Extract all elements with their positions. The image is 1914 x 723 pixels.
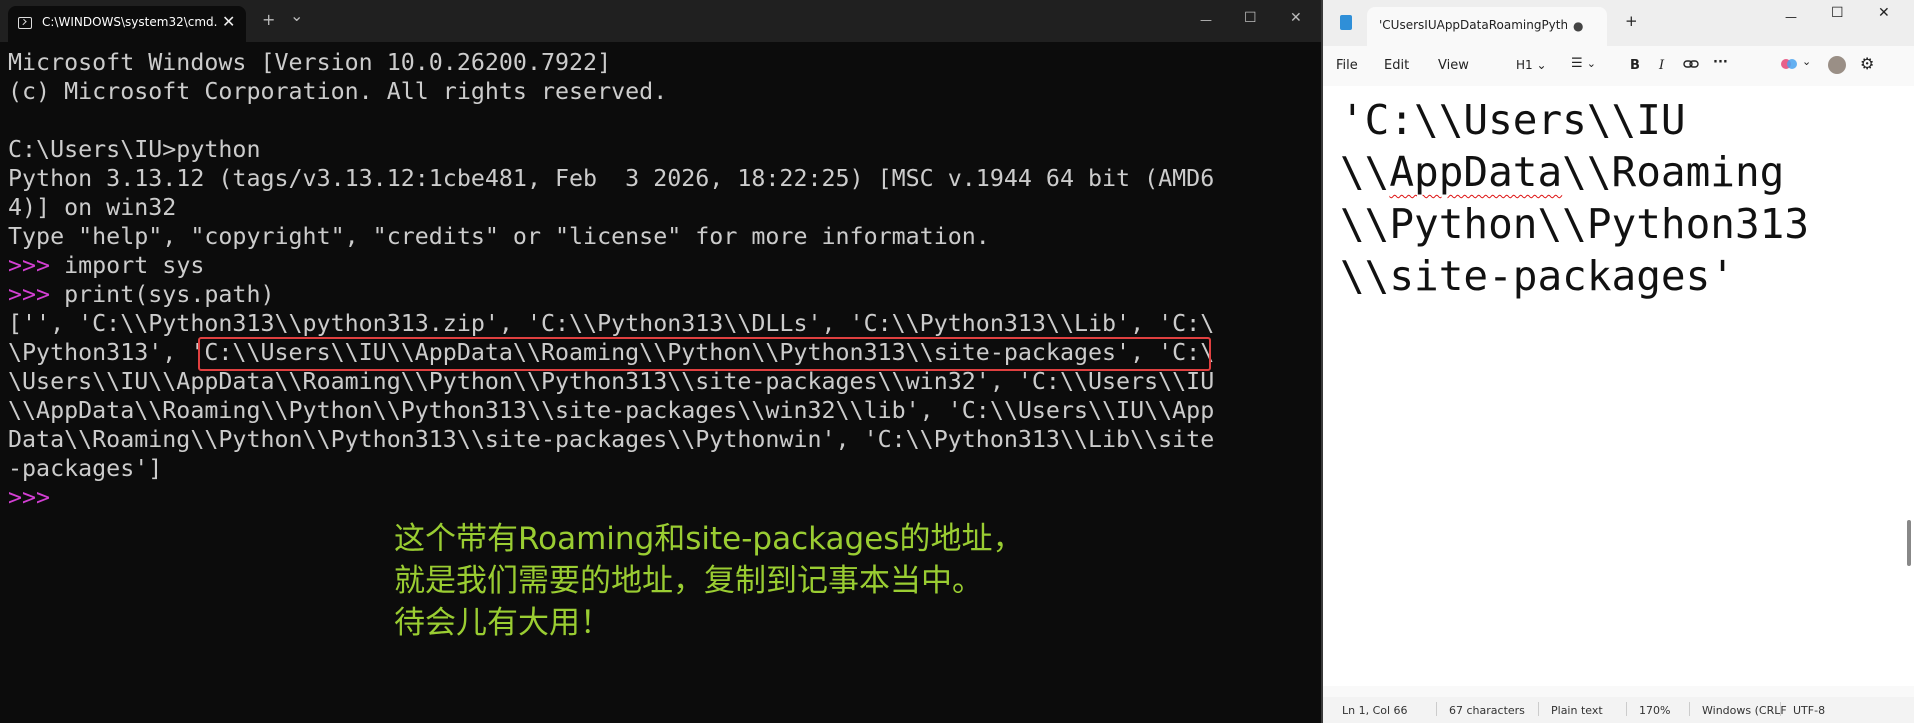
python-prompt: >>> xyxy=(8,252,65,279)
notepad-titlebar: 'CUsersIUAppDataRoamingPythonI ● + — ☐ ✕ xyxy=(1323,0,1914,46)
heading-label: H1 xyxy=(1516,58,1533,72)
status-divider xyxy=(1626,702,1627,716)
terminal-line: Type "help", "copyright", "credits" or "… xyxy=(8,223,990,250)
chevron-down-icon: ⌄ xyxy=(1586,57,1597,70)
copilot-icon[interactable] xyxy=(1780,55,1798,77)
terminal-output[interactable]: Microsoft Windows [Version 10.0.26200.79… xyxy=(8,48,1308,512)
output-line: ['', 'C:\\Python313\\python313.zip', 'C:… xyxy=(8,310,1215,337)
annotation-text: 这个带有Roaming和site-packages的地址， 就是我们需要的地址，… xyxy=(394,518,1023,644)
status-divider xyxy=(1538,702,1539,716)
italic-button[interactable]: I xyxy=(1659,58,1664,73)
terminal-icon xyxy=(18,17,32,29)
status-divider xyxy=(1689,702,1690,716)
notepad-tab[interactable]: 'CUsersIUAppDataRoamingPythonI ● xyxy=(1367,7,1607,46)
terminal-window: C:\WINDOWS\system32\cmd. ✕ + ⌄ — ☐ ✕ Mic… xyxy=(0,0,1321,723)
list-dropdown[interactable]: ☰ ⌄ xyxy=(1571,56,1596,71)
annotation-line: 待会儿有大用！ xyxy=(394,605,611,641)
terminal-line: Microsoft Windows [Version 10.0.26200.79… xyxy=(8,49,612,76)
menu-view[interactable]: View xyxy=(1438,58,1469,73)
close-tab-icon[interactable]: ✕ xyxy=(222,12,235,31)
editor-line: 'C:\\Users\\IU xyxy=(1340,96,1686,144)
editor-line: \\AppData\\Roaming xyxy=(1340,146,1809,198)
notepad-menubar: File Edit View H1 ⌄ ☰ ⌄ B I ··· ⌄ ⚙ xyxy=(1323,46,1914,86)
line-ending[interactable]: Windows (CRLF xyxy=(1702,704,1787,717)
more-options-button[interactable]: ··· xyxy=(1713,55,1728,70)
command-text: print(sys.path) xyxy=(64,281,275,308)
terminal-line: Python 3.13.12 (tags/v3.13.12:1cbe481, F… xyxy=(8,165,1215,192)
status-divider xyxy=(1436,702,1437,716)
chevron-down-icon[interactable]: ⌄ xyxy=(1802,55,1811,68)
command-text: import sys xyxy=(64,252,205,279)
unsaved-dot-icon[interactable]: ● xyxy=(1573,19,1583,33)
chevron-down-icon: ⌄ xyxy=(1536,58,1547,72)
link-icon[interactable] xyxy=(1683,56,1699,76)
text-format[interactable]: Plain text xyxy=(1551,704,1603,717)
terminal-line: 4)] on win32 xyxy=(8,194,177,221)
maximize-button[interactable]: ☐ xyxy=(1244,10,1257,26)
bold-button[interactable]: B xyxy=(1630,58,1640,73)
spellcheck-word: AppData xyxy=(1389,148,1563,196)
notepad-statusbar: Ln 1, Col 66 67 characters Plain text 17… xyxy=(1323,697,1914,723)
notepad-editor[interactable]: 'C:\\Users\\IU \\AppData\\Roaming \\Python… xyxy=(1323,86,1914,686)
site-packages-highlight xyxy=(198,337,1211,371)
cursor-position: Ln 1, Col 66 xyxy=(1342,704,1408,717)
output-line: -packages'] xyxy=(8,455,163,482)
python-prompt: >>> xyxy=(8,281,65,308)
menu-file[interactable]: File xyxy=(1336,58,1358,73)
zoom-level[interactable]: 170% xyxy=(1639,704,1670,717)
editor-text[interactable]: 'C:\\Users\\IU \\AppData\\Roaming \\Python… xyxy=(1340,94,1809,302)
output-line: Data\\Roaming\\Python\\Python313\\site-p… xyxy=(8,426,1215,453)
annotation-line: 这个带有Roaming和site-packages的地址， xyxy=(394,521,1024,557)
terminal-line: C:\Users\IU>python xyxy=(8,136,261,163)
list-icon: ☰ xyxy=(1571,56,1583,71)
status-divider xyxy=(1780,702,1781,716)
encoding[interactable]: UTF-8 xyxy=(1793,704,1825,717)
output-line: \\AppData\\Roaming\\Python\\Python313\\s… xyxy=(8,397,1215,424)
command-line: >>> print(sys.path) xyxy=(8,280,1308,309)
notepad-tab-title: 'CUsersIUAppDataRoamingPythonI xyxy=(1379,18,1567,32)
notepad-window: 'CUsersIUAppDataRoamingPythonI ● + — ☐ ✕… xyxy=(1323,0,1914,723)
avatar[interactable] xyxy=(1828,56,1846,74)
terminal-titlebar: C:\WINDOWS\system32\cmd. ✕ + ⌄ — ☐ ✕ xyxy=(0,0,1321,42)
menu-edit[interactable]: Edit xyxy=(1384,58,1409,73)
text-segment: \\ xyxy=(1340,148,1390,196)
minimize-button[interactable]: — xyxy=(1200,13,1212,27)
annotation-line: 就是我们需要的地址，复制到记事本当中。 xyxy=(394,563,983,599)
settings-gear-icon[interactable]: ⚙ xyxy=(1860,54,1874,73)
terminal-tab-title: C:\WINDOWS\system32\cmd. xyxy=(42,15,218,29)
output-line: \Users\\IU\\AppData\\Roaming\\Python\\Py… xyxy=(8,368,1215,395)
maximize-button[interactable]: ☐ xyxy=(1831,5,1844,21)
terminal-line: (c) Microsoft Corporation. All rights re… xyxy=(8,78,668,105)
python-prompt: >>> xyxy=(8,484,51,511)
close-button[interactable]: ✕ xyxy=(1878,5,1890,21)
notepad-app-icon xyxy=(1340,15,1352,30)
minimize-button[interactable]: — xyxy=(1785,10,1797,24)
terminal-tab[interactable]: C:\WINDOWS\system32\cmd. ✕ xyxy=(8,6,246,42)
scrollbar-thumb[interactable] xyxy=(1907,520,1911,566)
new-tab-button[interactable]: + xyxy=(1625,12,1638,30)
command-line: >>> import sys xyxy=(8,251,1308,280)
heading-dropdown[interactable]: H1 ⌄ xyxy=(1516,58,1547,72)
text-segment: \\Roaming xyxy=(1562,148,1785,196)
new-tab-button[interactable]: + xyxy=(262,10,275,29)
character-count: 67 characters xyxy=(1449,704,1525,717)
tab-dropdown-icon[interactable]: ⌄ xyxy=(290,6,303,25)
editor-line: \\Python\\Python313 xyxy=(1340,200,1809,248)
editor-line: \\site-packages' xyxy=(1340,252,1735,300)
close-button[interactable]: ✕ xyxy=(1290,10,1302,26)
